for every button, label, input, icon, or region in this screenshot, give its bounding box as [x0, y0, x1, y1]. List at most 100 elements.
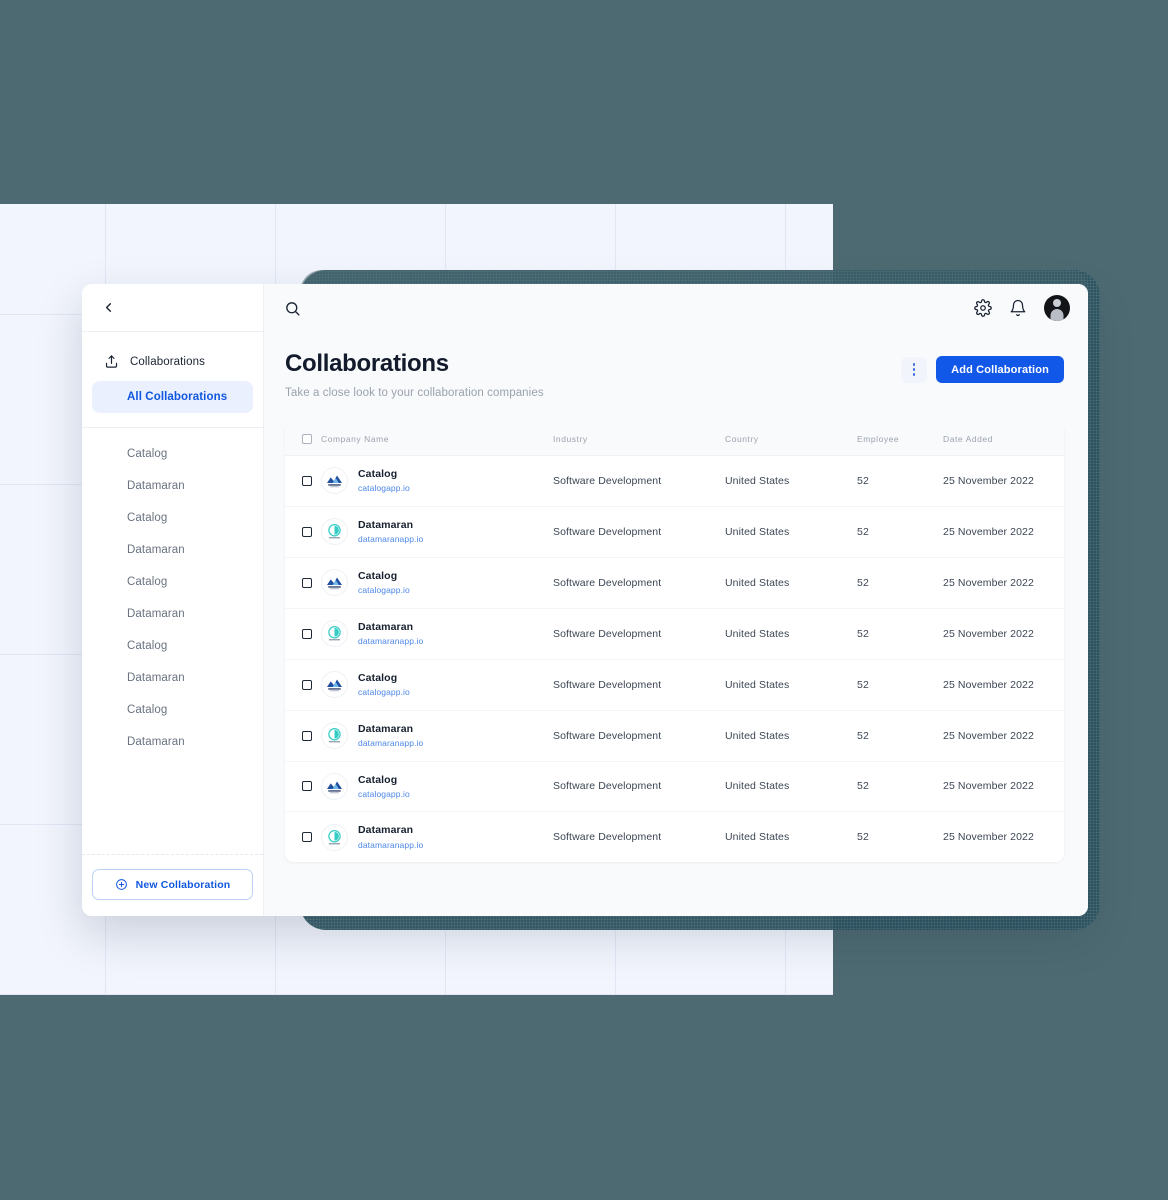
sidebar-item-9[interactable]: Datamaran [92, 726, 253, 758]
app-window: Collaborations All Collaborations Catalo… [82, 284, 1088, 916]
row-checkbox[interactable] [302, 526, 312, 537]
company-name: Catalog [358, 773, 398, 786]
company-name: Datamaran [358, 620, 414, 633]
date-added-cell: 25 November 2022 [943, 557, 1064, 609]
employee-cell: 52 [857, 761, 943, 813]
plus-circle-icon [115, 878, 128, 891]
country-cell: United States [725, 506, 857, 558]
sidebar-section-collaborations[interactable]: Collaborations [92, 346, 253, 377]
column-country[interactable]: Country [725, 422, 857, 456]
search-icon[interactable] [284, 300, 301, 317]
industry-cell: Software Development [553, 831, 662, 844]
industry-cell: Software Development [553, 710, 725, 762]
sidebar-item-8[interactable]: Catalog [92, 694, 253, 726]
table-row[interactable]: Catalog catalogapp.io Software Development… [285, 659, 1064, 711]
table-row[interactable]: Datamaran datamaranapp.io Software Develop… [285, 710, 1064, 762]
avatar[interactable] [1044, 295, 1070, 321]
gear-icon[interactable] [974, 299, 992, 317]
row-select-cell [285, 506, 321, 558]
row-select-cell [285, 812, 321, 862]
row-select-cell [285, 659, 321, 711]
select-all-header [285, 422, 321, 456]
date-added-cell: 25 November 2022 [943, 831, 1034, 844]
row-select-cell [285, 455, 321, 507]
row-select-cell [285, 761, 321, 813]
table-row[interactable]: Catalog catalogapp.io Software Development… [285, 557, 1064, 609]
row-checkbox[interactable] [302, 628, 312, 639]
country-cell: United States [725, 455, 857, 507]
catalog-logo [321, 671, 348, 699]
company-website-link[interactable]: datamaranapp.io [358, 533, 423, 546]
date-added-cell: 25 November 2022 [943, 608, 1064, 660]
company-website-link[interactable]: catalogapp.io [358, 788, 410, 801]
row-checkbox[interactable] [302, 679, 312, 690]
sidebar-item-3[interactable]: Datamaran [92, 534, 253, 566]
row-checkbox[interactable] [302, 475, 312, 486]
new-collaboration-button[interactable]: New Collaboration [92, 869, 253, 900]
more-vertical-icon [912, 363, 916, 376]
row-select-cell [285, 608, 321, 660]
company-website-link[interactable]: datamaranapp.io [358, 635, 423, 648]
company-cell: Catalog catalogapp.io [321, 557, 553, 609]
employee-cell: 52 [857, 608, 943, 660]
company-website-link[interactable]: catalogapp.io [358, 686, 410, 699]
company-cell: Datamaran datamaranapp.io [321, 812, 553, 862]
company-cell: Catalog catalogapp.io [321, 455, 553, 507]
table-row[interactable]: Catalog catalogapp.io Software Development… [285, 761, 1064, 813]
company-name: Datamaran [358, 518, 414, 531]
sidebar-item-0[interactable]: Catalog [92, 438, 253, 470]
table-row[interactable]: Datamaran datamaranapp.io Software Develop… [285, 608, 1064, 660]
page-header: Collaborations Take a close look to your… [264, 332, 1088, 399]
row-checkbox[interactable] [302, 832, 312, 843]
country-cell: United States [725, 710, 857, 762]
industry-cell: Software Development [553, 455, 725, 507]
company-website-link[interactable]: catalogapp.io [358, 482, 410, 495]
employee-cell: 52 [857, 831, 869, 844]
company-website-link[interactable]: catalogapp.io [358, 584, 410, 597]
sidebar-item-2[interactable]: Catalog [92, 502, 253, 534]
company-cell: Catalog catalogapp.io [321, 659, 553, 711]
date-added-cell: 25 November 2022 [943, 506, 1064, 558]
company-name: Catalog [358, 468, 398, 480]
top-bar [264, 284, 1088, 332]
table-row[interactable]: Catalog catalogapp.io Software Development… [285, 455, 1064, 507]
datamaran-logo [321, 722, 348, 750]
table-row[interactable]: Datamaran datamaranapp.io Software Develop… [285, 506, 1064, 558]
sidebar-item-7[interactable]: Datamaran [92, 662, 253, 694]
column-industry[interactable]: Industry [553, 422, 725, 456]
industry-cell: Software Development [553, 761, 725, 813]
sidebar-nav: Collaborations All Collaborations [82, 332, 263, 413]
sidebar-item-4[interactable]: Catalog [92, 566, 253, 598]
more-options-button[interactable] [901, 356, 928, 383]
new-collaboration-label: New Collaboration [135, 878, 231, 891]
main-content: Collaborations Take a close look to your… [264, 284, 1088, 916]
employee-cell: 52 [857, 659, 943, 711]
company-website-link[interactable]: datamaranapp.io [358, 737, 423, 750]
select-all-checkbox[interactable] [302, 433, 312, 444]
column-company-name[interactable]: Company Name [321, 422, 553, 456]
sidebar-item-all-collaborations[interactable]: All Collaborations [92, 381, 253, 413]
chevron-left-icon[interactable] [99, 299, 117, 317]
column-employee[interactable]: Employee [857, 422, 943, 456]
date-added-cell: 25 November 2022 [943, 455, 1064, 507]
row-select-cell [285, 710, 321, 762]
row-checkbox[interactable] [302, 781, 312, 792]
row-checkbox[interactable] [302, 577, 312, 588]
sidebar-item-6[interactable]: Catalog [92, 630, 253, 662]
country-cell: United States [725, 831, 790, 844]
company-website-link[interactable]: datamaranapp.io [358, 839, 423, 852]
add-collaboration-button[interactable]: Add Collaboration [936, 356, 1064, 383]
sidebar-item-1[interactable]: Datamaran [92, 470, 253, 502]
company-cell: Datamaran datamaranapp.io [321, 506, 553, 558]
sidebar-section-label: Collaborations [130, 355, 205, 368]
bell-icon[interactable] [1009, 299, 1027, 317]
company-name: Datamaran [358, 824, 414, 837]
catalog-logo [321, 772, 348, 800]
table-row[interactable]: Datamaran datamaranapp.io Software Develop… [285, 812, 1064, 862]
column-date-added[interactable]: Date Added [943, 422, 1064, 456]
catalog-logo [321, 467, 348, 495]
industry-cell: Software Development [553, 608, 725, 660]
sidebar-item-5[interactable]: Datamaran [92, 598, 253, 630]
page-header-text: Collaborations Take a close look to your… [285, 350, 901, 399]
row-checkbox[interactable] [302, 730, 312, 741]
